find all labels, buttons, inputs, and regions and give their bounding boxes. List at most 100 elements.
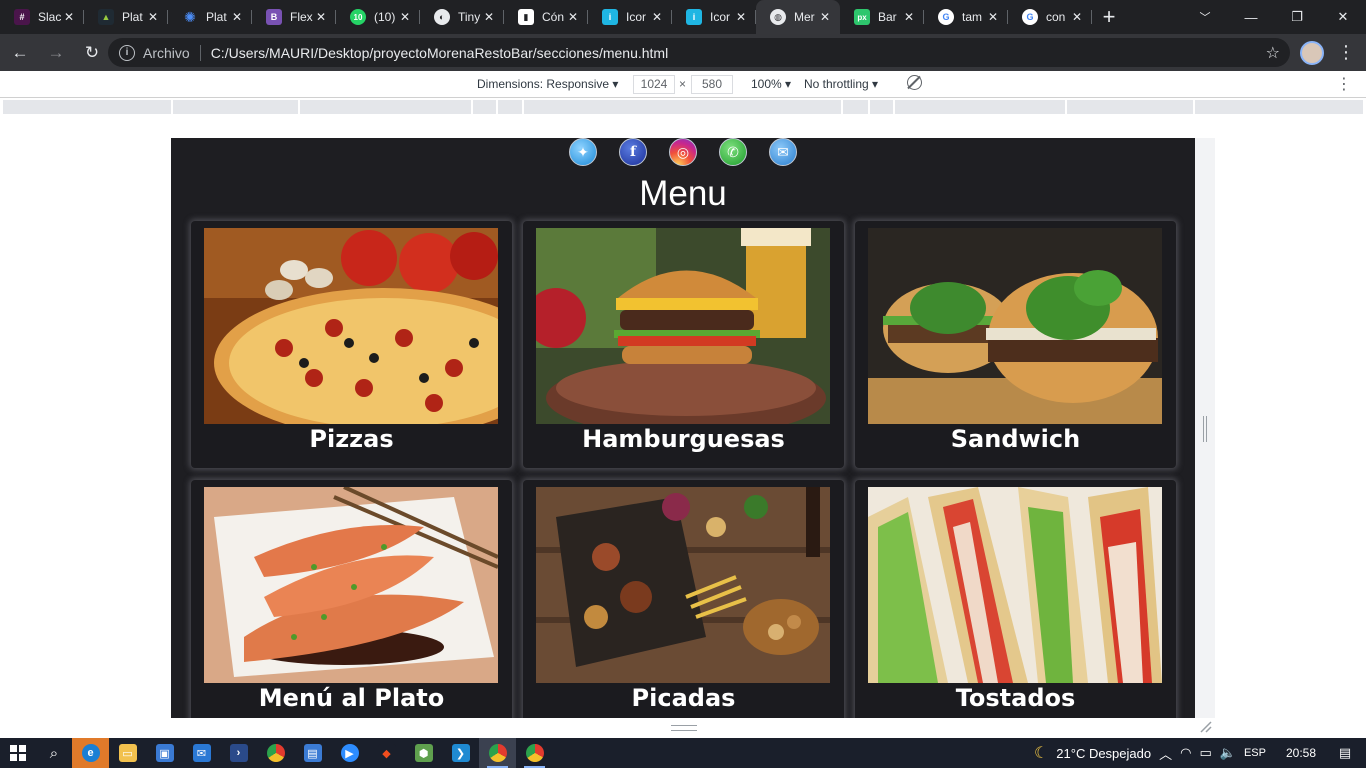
menu-card-menu-al-plato[interactable]: Menú al Plato	[191, 480, 512, 718]
media-query-segment[interactable]	[498, 100, 522, 114]
menu-card-hamburguesas[interactable]: Hamburguesas	[523, 221, 844, 468]
taskbar-chrome-canary[interactable]	[516, 738, 553, 768]
menu-card-pizzas[interactable]: Pizzas	[191, 221, 512, 468]
minimize-icon[interactable]: —	[1228, 0, 1274, 34]
tab-tiny[interactable]: ◐ Tiny ✕	[420, 0, 504, 34]
close-icon[interactable]: ✕	[986, 10, 1000, 24]
tab-slack[interactable]: # Slac ✕	[0, 0, 84, 34]
media-query-segment[interactable]	[843, 100, 868, 114]
taskbar-node[interactable]: ⬢	[405, 738, 442, 768]
close-icon[interactable]: ✕	[482, 10, 496, 24]
social-links: ✦ f ◎ ✆ ✉	[171, 138, 1195, 168]
media-query-segment[interactable]	[300, 100, 471, 114]
close-icon[interactable]: ✕	[398, 10, 412, 24]
menu-card-label: Hamburguesas	[582, 425, 785, 453]
browser-menu-icon[interactable]: ⋮	[1336, 40, 1356, 64]
taskbar-vscode[interactable]: ❯	[442, 738, 479, 768]
menu-card-label: Menú al Plato	[258, 684, 445, 712]
close-icon[interactable]: ✕	[566, 10, 580, 24]
tab-google-2[interactable]: Gcon ✕	[1008, 0, 1092, 34]
media-query-segment[interactable]	[1195, 100, 1363, 114]
tab-platzi-2[interactable]: ✺ Plat ✕	[168, 0, 252, 34]
restore-icon[interactable]: ❐	[1274, 0, 1320, 34]
media-query-segment[interactable]	[870, 100, 893, 114]
taskbar-powershell[interactable]: ›	[220, 738, 257, 768]
menu-card-tostados[interactable]: Tostados	[855, 480, 1176, 718]
taskbar-mail[interactable]: ✉	[183, 738, 220, 768]
close-icon[interactable]: ✕	[650, 10, 664, 24]
media-query-segment[interactable]	[473, 100, 496, 114]
media-query-segment[interactable]	[524, 100, 841, 114]
media-query-segment[interactable]	[1067, 100, 1193, 114]
bookmark-star-icon[interactable]: ☆	[1266, 43, 1280, 63]
tab-flex[interactable]: B Flex ✕	[252, 0, 336, 34]
resize-handle-bottom[interactable]	[671, 725, 697, 731]
volume-icon[interactable]: 🔈	[1220, 745, 1236, 761]
close-icon[interactable]: ✕	[230, 10, 244, 24]
tab-search-chevron-icon[interactable]: ﹀	[1190, 0, 1220, 34]
taskbar-remote[interactable]: ▤	[294, 738, 331, 768]
taskbar-chrome-1[interactable]	[257, 738, 294, 768]
address-url[interactable]: C:/Users/MAURI/Desktop/proyectoMorenaRes…	[211, 45, 669, 61]
profile-avatar[interactable]	[1300, 41, 1324, 65]
media-query-segment[interactable]	[173, 100, 298, 114]
resize-handle-right[interactable]	[1203, 416, 1207, 442]
taskbar-zoom[interactable]: ▶	[331, 738, 368, 768]
windows-start-icon[interactable]	[0, 738, 36, 768]
facebook-icon[interactable]: f	[619, 138, 647, 166]
address-bar[interactable]: i Archivo C:/Users/MAURI/Desktop/proyect…	[108, 38, 1290, 67]
twitter-icon[interactable]: ✦	[569, 138, 597, 166]
device-height-input[interactable]: 580	[691, 75, 733, 94]
tray-chevron-icon[interactable]: ︿	[1159, 744, 1172, 763]
clock[interactable]: 20:58	[1286, 746, 1316, 760]
weather-moon-icon[interactable]: ☾	[1034, 743, 1048, 763]
language-indicator[interactable]: ESP	[1244, 747, 1266, 759]
close-window-icon[interactable]: ✕	[1320, 0, 1366, 34]
tab-menu-active[interactable]: ◍ Mer ✕	[756, 0, 840, 34]
media-query-segment[interactable]	[3, 100, 171, 114]
search-icon[interactable]: ⌕	[36, 738, 72, 768]
taskbar-figma[interactable]: ◆	[368, 738, 405, 768]
zoom-select[interactable]: 100% ▾	[751, 77, 791, 91]
menu-card-sandwich[interactable]: Sandwich	[855, 221, 1176, 468]
close-icon[interactable]: ✕	[314, 10, 328, 24]
back-arrow-icon[interactable]: ←	[4, 37, 36, 69]
resize-corner-icon[interactable]	[1199, 720, 1213, 734]
close-icon[interactable]: ✕	[734, 10, 748, 24]
close-icon[interactable]: ✕	[1070, 10, 1084, 24]
close-icon[interactable]: ✕	[146, 10, 160, 24]
tab-platzi-1[interactable]: ▲ Plat ✕	[84, 0, 168, 34]
dimensions-select[interactable]: Dimensions: Responsive ▾	[477, 77, 618, 91]
tab-list: # Slac ✕ ▲ Plat ✕ ✺ Plat ✕ B Flex ✕ 10 (10) ✕ ◐ Tin…	[0, 0, 1126, 34]
mail-icon[interactable]: ✉	[769, 138, 797, 166]
taskbar-explorer[interactable]: ▭	[109, 738, 146, 768]
weather-text[interactable]: 21°C Despejado	[1056, 746, 1151, 761]
close-icon[interactable]: ✕	[818, 10, 832, 24]
tab-google-1[interactable]: Gtam ✕	[924, 0, 1008, 34]
forward-arrow-icon[interactable]: →	[40, 37, 72, 69]
close-icon[interactable]: ✕	[902, 10, 916, 24]
media-query-segment[interactable]	[895, 100, 1065, 114]
tab-iconfinder-1[interactable]: i Icor ✕	[588, 0, 672, 34]
whatsapp-icon[interactable]: ✆	[719, 138, 747, 166]
rotate-icon[interactable]	[907, 75, 922, 90]
menu-card-picadas[interactable]: Picadas	[523, 480, 844, 718]
reload-icon[interactable]: ↻	[76, 37, 108, 69]
taskbar-chrome-2[interactable]	[479, 738, 516, 768]
new-tab-button[interactable]: +	[1092, 0, 1126, 34]
taskbar-store[interactable]: ▣	[146, 738, 183, 768]
tab-pixabay[interactable]: px Bar ✕	[840, 0, 924, 34]
device-width-input[interactable]: 1024	[633, 75, 675, 94]
close-icon[interactable]: ✕	[62, 10, 76, 24]
taskbar-edge[interactable]: e	[72, 738, 109, 768]
throttling-select[interactable]: No throttling ▾	[804, 77, 878, 91]
battery-icon[interactable]: ▭	[1199, 745, 1211, 761]
tab-como[interactable]: ▮ Cón ✕	[504, 0, 588, 34]
instagram-icon[interactable]: ◎	[669, 138, 697, 166]
tab-iconfinder-2[interactable]: i Icor ✕	[672, 0, 756, 34]
tab-whatsapp[interactable]: 10 (10) ✕	[336, 0, 420, 34]
wifi-icon[interactable]: ◠	[1180, 745, 1191, 761]
info-icon[interactable]: i	[119, 44, 135, 61]
notification-icon[interactable]: ▤	[1332, 742, 1358, 764]
device-toolbar-more-icon[interactable]: ⋮	[1336, 74, 1352, 94]
